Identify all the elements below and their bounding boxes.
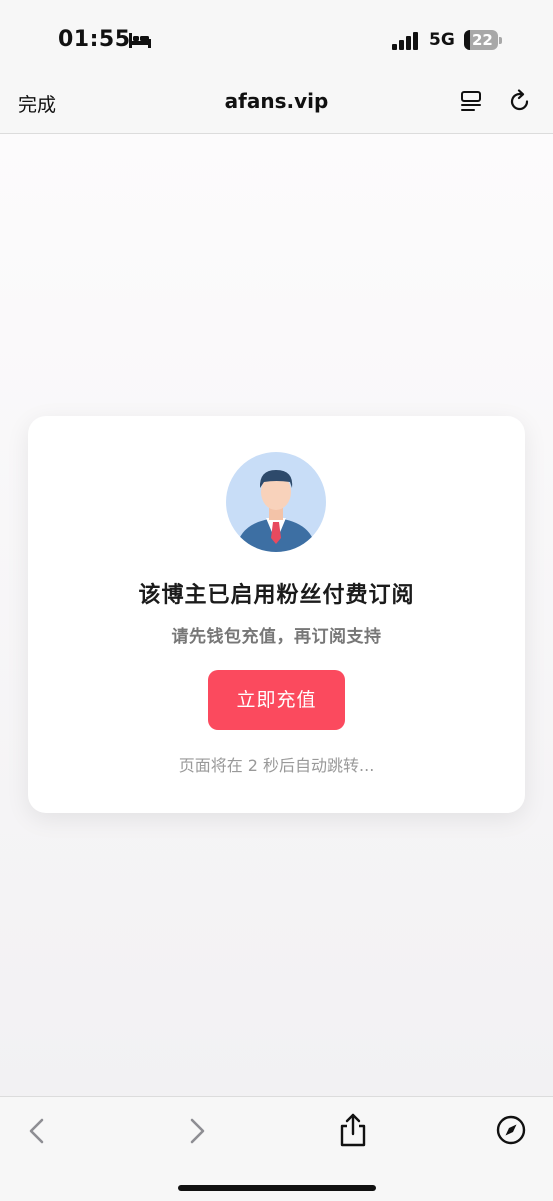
browser-toolbar [0,1096,553,1201]
card-title: 该博主已启用粉丝付费订阅 [138,583,415,608]
card-subtitle: 请先钱包充值，再订阅支持 [171,627,382,647]
browser-nav-bar: 完成 afans.vip [0,80,553,134]
reload-icon[interactable] [507,89,533,115]
reader-icon[interactable] [459,90,483,114]
signal-icon [392,32,418,50]
status-bar: 01:55 5G 22 [0,0,553,80]
battery-level [464,30,470,50]
web-content: 该博主已启用粉丝付费订阅 请先钱包充值，再订阅支持 立即充值 页面将在 2 秒后… [0,134,553,1096]
compass-icon[interactable] [496,1115,526,1145]
home-indicator [178,1185,376,1191]
bed-icon [129,33,151,48]
battery-indicator: 22 [464,30,498,50]
battery-tip [499,37,502,44]
avatar [226,452,326,552]
back-icon[interactable] [26,1117,48,1145]
redirect-notice: 页面将在 2 秒后自动跳转... [178,756,375,775]
subscription-card: 该博主已启用粉丝付费订阅 请先钱包充值，再订阅支持 立即充值 页面将在 2 秒后… [28,416,525,813]
battery-percent: 22 [472,31,493,49]
network-type: 5G [429,30,455,50]
status-time: 01:55 [58,27,131,52]
recharge-button[interactable]: 立即充值 [208,670,345,730]
share-icon[interactable] [338,1113,368,1147]
forward-icon[interactable] [186,1117,208,1145]
